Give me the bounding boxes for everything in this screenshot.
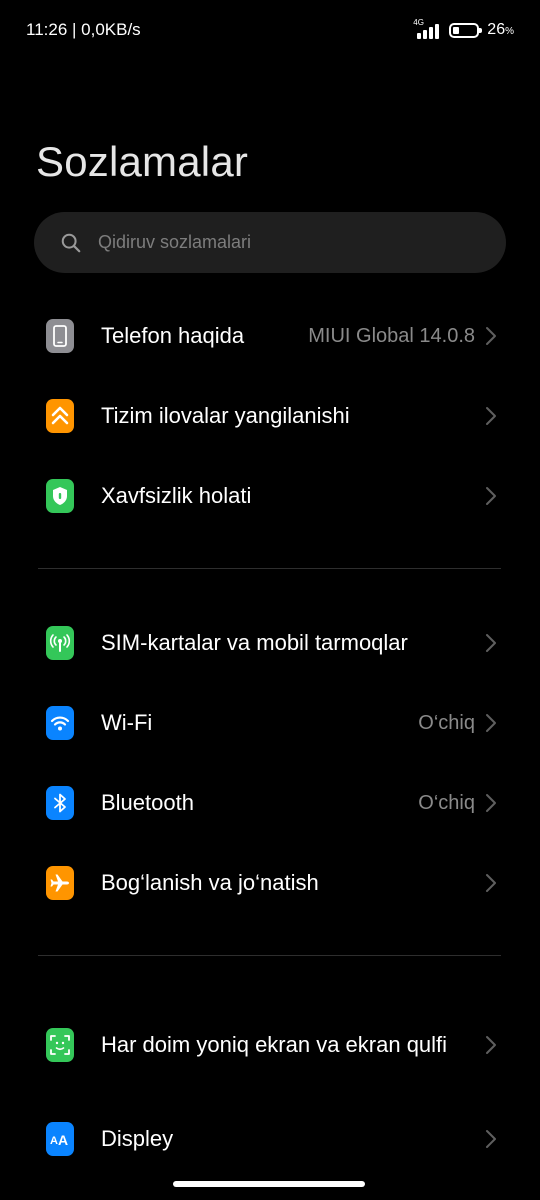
svg-text:A: A: [50, 1135, 58, 1147]
setting-label: Bog‘lanish va jo‘natish: [101, 870, 319, 895]
text-size-icon: AA: [46, 1122, 74, 1156]
bluetooth-icon: [46, 786, 74, 820]
antenna-icon: [46, 626, 74, 660]
airplane-icon: [46, 866, 74, 900]
setting-label: Tizim ilovalar yangilanishi: [101, 403, 350, 428]
chevron-right-icon: [486, 1130, 496, 1148]
section-divider: [38, 955, 501, 956]
setting-value: O‘chiq: [418, 791, 475, 814]
svg-text:A: A: [58, 1132, 68, 1148]
chevron-right-icon: [486, 407, 496, 425]
setting-value: MIUI Global 14.0.8: [308, 324, 475, 347]
chevron-right-icon: [486, 1036, 496, 1054]
setting-label: Wi-Fi: [101, 710, 153, 735]
setting-label: Bluetooth: [101, 790, 194, 815]
update-arrows-icon: [46, 399, 74, 433]
page-title: Sozlamalar: [36, 138, 249, 185]
battery-percent: 26%: [487, 21, 514, 38]
setting-system-updates[interactable]: Tizim ilovalar yangilanishi: [0, 376, 540, 456]
setting-security-status[interactable]: Xavfsizlik holati: [0, 456, 540, 536]
battery-icon: [449, 22, 483, 38]
setting-label: Telefon haqida: [101, 323, 245, 348]
chevron-right-icon: [486, 794, 496, 812]
signal-icon: 4G: [413, 18, 443, 41]
section-divider: [38, 568, 501, 569]
setting-label: Har doim yoniq ekran va ekran qulfi: [101, 1032, 448, 1057]
shield-icon: [46, 479, 74, 513]
chevron-right-icon: [486, 327, 496, 345]
search-icon: [61, 233, 81, 252]
wifi-icon: [46, 706, 74, 740]
face-lock-icon: [46, 1028, 74, 1062]
setting-display[interactable]: AA Displey: [0, 1099, 540, 1179]
phone-icon: [46, 319, 74, 353]
setting-lock-screen[interactable]: Har doim yoniq ekran va ekran qulfi: [0, 1005, 540, 1085]
chevron-right-icon: [486, 634, 496, 652]
setting-connection-sharing[interactable]: Bog‘lanish va jo‘natish: [0, 843, 540, 923]
setting-label: Displey: [101, 1126, 174, 1151]
status-bar: 11:26 | 0,0KB/s 4G 26%: [0, 0, 540, 62]
chevron-right-icon: [486, 487, 496, 505]
setting-about-phone[interactable]: Telefon haqida MIUI Global 14.0.8: [0, 296, 540, 376]
home-indicator[interactable]: [173, 1181, 365, 1187]
setting-label: Xavfsizlik holati: [101, 483, 252, 508]
setting-label: SIM-kartalar va mobil tarmoqlar: [101, 630, 408, 655]
setting-wifi[interactable]: Wi-Fi O‘chiq: [0, 683, 540, 763]
status-indicators: 4G 26%: [413, 18, 514, 42]
chevron-right-icon: [486, 874, 496, 892]
search-bar[interactable]: [34, 212, 506, 273]
setting-value: O‘chiq: [418, 711, 475, 734]
status-time: 11:26 | 0,0KB/s: [26, 20, 141, 39]
chevron-right-icon: [486, 714, 496, 732]
setting-sim-cards[interactable]: SIM-kartalar va mobil tarmoqlar: [0, 603, 540, 683]
setting-bluetooth[interactable]: Bluetooth O‘chiq: [0, 763, 540, 843]
search-input[interactable]: [96, 231, 506, 254]
